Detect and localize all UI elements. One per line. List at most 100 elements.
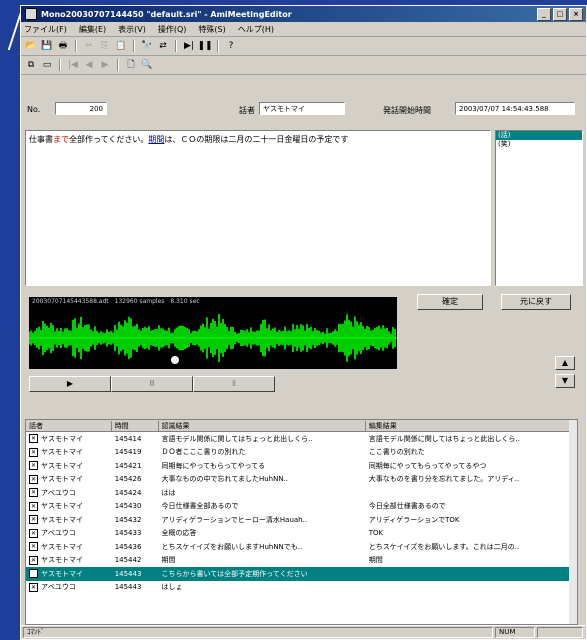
confirm-button[interactable]: 確定: [417, 294, 483, 310]
page-icon[interactable]: ▭: [41, 59, 53, 71]
table-row[interactable]: ✕ ヤスモトマイ 145414 言語モデル関係に関してはちょっと此出しくら.. 言語モデ…: [26, 432, 577, 446]
revert-button[interactable]: 元に戻す: [501, 294, 571, 310]
row-checkbox-icon[interactable]: ✕: [29, 488, 38, 498]
table-row[interactable]: ✕ アベユウコ 145443 はしょ: [26, 581, 577, 595]
row-checkbox-icon[interactable]: ✕: [29, 474, 38, 484]
stop-button[interactable]: Ⅱ: [193, 376, 275, 392]
row-checkbox-icon[interactable]: ✕: [29, 555, 38, 565]
paste-icon[interactable]: 📋: [115, 40, 127, 52]
row-checkbox-icon[interactable]: ✕: [29, 515, 38, 525]
row-speaker-text: ヤスモトマイ: [41, 448, 83, 457]
header-speaker[interactable]: 話者: [26, 420, 112, 432]
row-edited: とちスケイイズをお願いします。これは二月の..: [368, 542, 520, 551]
row-time: 145421: [114, 461, 142, 470]
status-text: ｺﾏﾝﾄﾞ: [23, 627, 493, 638]
row-checkbox-icon[interactable]: ✕: [29, 434, 38, 444]
search-icon[interactable]: 🔍: [141, 59, 153, 71]
forward-icon[interactable]: ▶: [99, 59, 111, 71]
row-edited: 大事なものを書り分を忘れてました。アリディ..: [368, 475, 520, 484]
table-scrollbar[interactable]: [569, 420, 577, 624]
page-copy-icon[interactable]: ⧉: [25, 59, 37, 71]
tag-item[interactable]: (話): [496, 131, 582, 140]
header-time[interactable]: 時間: [111, 420, 159, 432]
app-window: Mono20030707144450 "default.sri" - AmiMe…: [20, 5, 587, 640]
table-row[interactable]: ✕ ヤスモトマイ 145443 こちらから書いては全部予定期作ってください: [26, 567, 577, 581]
cut-icon[interactable]: ✂: [83, 40, 95, 52]
print-icon[interactable]: 🖶: [57, 40, 69, 52]
pause-button[interactable]: Ⅲ: [111, 376, 193, 392]
row-recognition: はは: [161, 488, 176, 497]
menu-help[interactable]: ヘルプ(H): [238, 24, 274, 35]
row-recognition: 大事なものの中で忘れてましたHuhNN..: [161, 475, 289, 484]
table-row[interactable]: ✕ アベユウコ 145424 はは: [26, 486, 577, 500]
close-button[interactable]: ×: [569, 7, 583, 21]
row-checkbox-icon[interactable]: ✕: [29, 461, 38, 471]
back-icon[interactable]: ◀: [83, 59, 95, 71]
up-arrow-button[interactable]: ▲: [555, 356, 575, 370]
row-speaker: ✕ ヤスモトマイ: [26, 461, 112, 471]
row-time: 145436: [114, 542, 142, 551]
down-arrow-button[interactable]: ▼: [555, 374, 575, 388]
title-bar[interactable]: Mono20030707144450 "default.sri" - AmiMe…: [21, 6, 586, 22]
menu-bar: ファイル(F) 編集(E) 表示(V) 操作(Q) 特殊(S) ヘルプ(H): [21, 22, 586, 37]
row-checkbox-icon[interactable]: ✕: [29, 569, 38, 579]
save-icon[interactable]: 💾: [41, 40, 53, 52]
menu-file[interactable]: ファイル(F): [24, 24, 67, 35]
table-row[interactable]: ✕ ヤスモトマイ 145432 アリディゲラーションでヒーロー清水Hauah.. アリデ…: [26, 513, 577, 527]
row-recognition: こちらから書いては全部予定期作ってください: [161, 569, 308, 578]
start-time-field[interactable]: 2003/07/07 14:54:43.588: [455, 102, 575, 115]
tag-listbox[interactable]: (話) (笑): [495, 130, 583, 286]
new-doc-icon[interactable]: 🗋: [125, 59, 137, 71]
tag-item[interactable]: (笑): [496, 140, 582, 149]
maximize-button[interactable]: □: [553, 7, 567, 21]
back-start-icon[interactable]: |◀: [67, 59, 79, 71]
row-speaker-text: アベユウコ: [41, 488, 76, 497]
menu-view[interactable]: 表示(V): [118, 24, 146, 35]
row-edited: 期間: [368, 556, 383, 565]
table-row[interactable]: ✕ ヤスモトマイ 145436 とちスケイイズをお願いしますHuhNNでも.. とちスケ…: [26, 540, 577, 554]
row-time: 145442: [114, 556, 142, 565]
menu-edit[interactable]: 編集(E): [79, 24, 106, 35]
row-speaker-text: ヤスモトマイ: [41, 434, 83, 443]
app-icon: [25, 8, 37, 20]
header-edited[interactable]: 編集結果: [365, 420, 577, 432]
editor-text-highlight-blue: 期間: [148, 135, 165, 144]
table-row[interactable]: ✕ ヤスモトマイ 145421 同期毎にやってもらってやってる 同期毎にやってもらってや…: [26, 459, 577, 473]
menu-operation[interactable]: 操作(Q): [158, 24, 187, 35]
replace-icon[interactable]: ⇄: [157, 40, 169, 52]
playhead-marker[interactable]: [171, 356, 179, 364]
table-row[interactable]: ✕ ヤスモトマイ 145419 ＤＯ者こここ書りの別れた ここ書りの別れた: [26, 446, 577, 460]
toolbar-separator: [133, 40, 135, 52]
row-checkbox-icon[interactable]: ✕: [29, 528, 38, 538]
find-icon[interactable]: 🔭: [141, 40, 153, 52]
no-field[interactable]: 200: [55, 102, 107, 115]
play-next-icon[interactable]: ▶|: [183, 40, 195, 52]
status-extra: [537, 627, 583, 638]
row-speaker-text: ヤスモトマイ: [41, 569, 83, 578]
row-edited: 言語モデル関係に関してはちょっと此出しくら..: [368, 434, 520, 443]
table-row[interactable]: ✕ ヤスモトマイ 145430 今日仕様書全部あるので 今日全部仕様書あるので: [26, 500, 577, 514]
minimize-button[interactable]: _: [537, 7, 551, 21]
row-speaker: ✕ ヤスモトマイ: [26, 555, 112, 565]
row-checkbox-icon[interactable]: ✕: [29, 582, 38, 592]
row-checkbox-icon[interactable]: ✕: [29, 447, 38, 457]
table-row[interactable]: ✕ ヤスモトマイ 145442 期間 期間: [26, 554, 577, 568]
table-row[interactable]: ✕ アベユウコ 145433 全概の応答 TOK: [26, 527, 577, 541]
copy-icon[interactable]: ⎘: [99, 40, 111, 52]
toolbar-separator: [217, 40, 219, 52]
table-row[interactable]: ✕ ヤスモトマイ 145426 大事なものの中で忘れてましたHuhNN.. 大事なものを…: [26, 473, 577, 487]
row-recognition: 期間: [161, 556, 176, 565]
help-icon[interactable]: ?: [225, 40, 237, 52]
transcript-editor[interactable]: 仕事書まで全部作ってください。期間は、ＣＯの期限は二月の二十一日金曜日の予定です: [25, 130, 491, 286]
pause-icon[interactable]: ❚❚: [197, 40, 212, 52]
row-checkbox-icon[interactable]: ✕: [29, 501, 38, 511]
menu-special[interactable]: 特殊(S): [198, 24, 225, 35]
play-button[interactable]: ▶: [29, 376, 111, 392]
speaker-field[interactable]: ヤスモトマイ: [259, 102, 345, 115]
header-recognition[interactable]: 認識結果: [158, 420, 366, 432]
open-folder-icon[interactable]: 📂: [25, 40, 37, 52]
row-edited: ここ書りの別れた: [368, 448, 425, 457]
row-recognition: アリディゲラーションでヒーロー清水Hauah..: [161, 515, 308, 524]
waveform-display[interactable]: [29, 307, 397, 369]
row-checkbox-icon[interactable]: ✕: [29, 542, 38, 552]
